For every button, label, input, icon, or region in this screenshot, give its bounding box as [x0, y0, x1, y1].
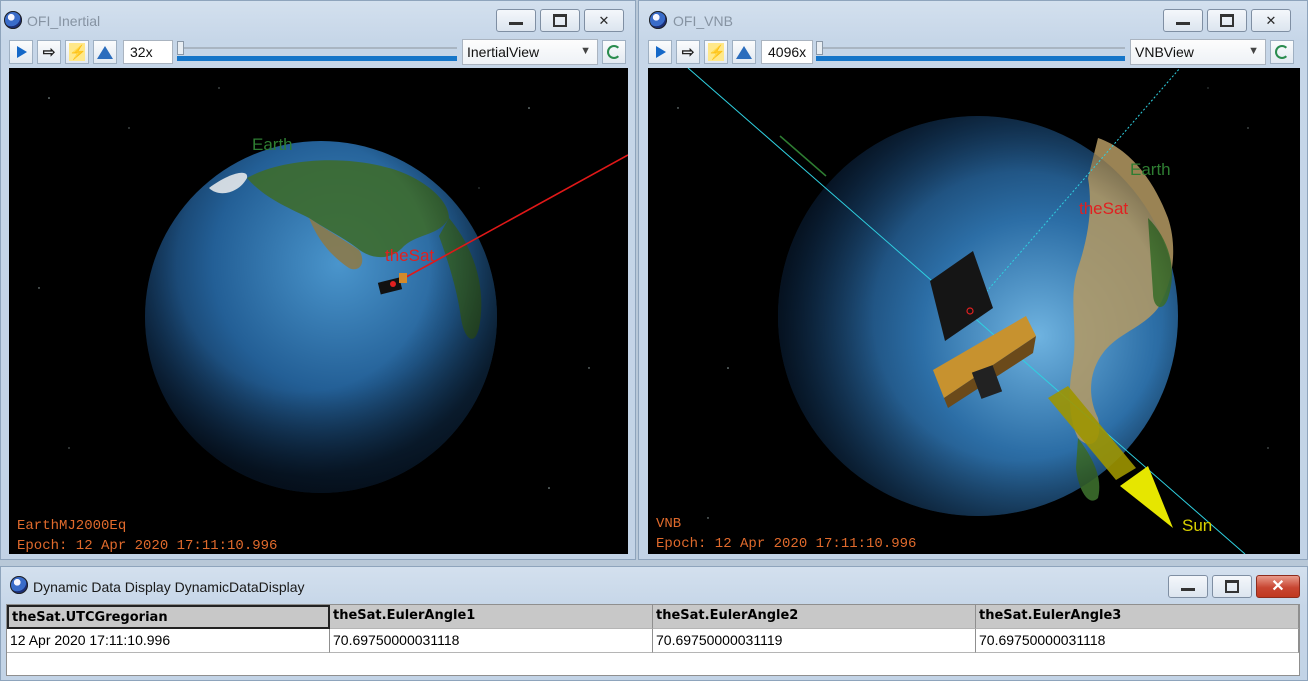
ddd-titlebar[interactable]: Dynamic Data Display DynamicDataDisplay … — [1, 567, 1307, 601]
sun-vector-arrowhead — [1120, 466, 1173, 528]
grid-empty-area — [7, 653, 1299, 675]
grid-header-row: theSat.UTCGregorian theSat.EulerAngle1 t… — [7, 605, 1299, 629]
earth-globe — [145, 141, 497, 493]
minimize-icon — [509, 21, 523, 25]
lighting-button[interactable]: ⚡ — [704, 40, 728, 64]
sat-label: theSat — [385, 246, 434, 265]
table-row: 12 Apr 2020 17:11:10.996 70.697500000311… — [7, 629, 1299, 653]
maximize-button[interactable] — [1207, 9, 1247, 32]
sync-icon — [607, 45, 621, 59]
sat-label: theSat — [1079, 199, 1128, 218]
inertial-scene: Earth theSat — [38, 87, 628, 493]
view-select-value: VNBView — [1135, 44, 1194, 60]
terrain-button[interactable] — [732, 40, 756, 64]
inertial-titlebar[interactable]: OFI_Inertial ✕ — [1, 1, 635, 35]
animation-slider[interactable] — [816, 41, 1125, 63]
vnb-toolbar: ⇨ ⚡ 4096x VNBView ▼ — [639, 38, 1307, 66]
maximize-icon — [553, 14, 567, 27]
slider-rail — [816, 47, 1125, 49]
maximize-button[interactable] — [1212, 575, 1252, 598]
mountain-icon — [736, 45, 752, 59]
grid-cell[interactable]: 70.69750000031118 — [976, 629, 1299, 653]
grid-cell[interactable]: 12 Apr 2020 17:11:10.996 — [7, 629, 330, 653]
grid-header-cell[interactable]: theSat.EulerAngle2 — [653, 605, 976, 629]
ddd-title: Dynamic Data Display DynamicDataDisplay — [33, 579, 305, 595]
terrain-button[interactable] — [93, 40, 117, 64]
slider-thumb[interactable] — [816, 41, 823, 55]
mountain-icon — [97, 45, 113, 59]
step-button[interactable]: ⇨ — [676, 40, 700, 64]
play-button[interactable] — [9, 40, 33, 64]
close-button[interactable]: ✕ — [1251, 9, 1291, 32]
sync-button[interactable] — [1270, 40, 1294, 64]
sun-label: Sun — [1182, 516, 1212, 535]
vnb-scene: Earth theSat Sun — [677, 68, 1269, 554]
frame-label: VNB — [656, 516, 682, 532]
vnb-titlebar[interactable]: OFI_VNB ✕ — [639, 1, 1307, 35]
app-globe-icon — [649, 11, 667, 29]
step-button[interactable]: ⇨ — [37, 40, 61, 64]
slider-fill — [177, 56, 457, 61]
animation-speed-field[interactable]: 32x — [123, 40, 173, 64]
view-select-value: InertialView — [467, 44, 540, 60]
play-icon — [17, 46, 27, 58]
maximize-icon — [1225, 580, 1239, 593]
step-icon: ⇨ — [681, 44, 695, 61]
grid-cell[interactable]: 70.69750000031119 — [653, 629, 976, 653]
sync-button[interactable] — [602, 40, 626, 64]
animation-slider[interactable] — [177, 41, 457, 63]
earth-label: Earth — [1130, 160, 1171, 179]
slider-fill — [816, 56, 1125, 61]
view-select[interactable]: VNBView ▼ — [1130, 39, 1266, 65]
maximize-icon — [1220, 14, 1234, 27]
lighting-button[interactable]: ⚡ — [65, 40, 89, 64]
lightning-icon: ⚡ — [708, 43, 726, 61]
minimize-icon — [1181, 587, 1195, 591]
app-globe-icon — [4, 11, 22, 29]
close-button[interactable]: ✕ — [584, 9, 624, 32]
epoch-label: Epoch: 12 Apr 2020 17:11:10.996 — [656, 536, 917, 552]
dynamic-data-display-window: Dynamic Data Display DynamicDataDisplay … — [0, 566, 1308, 681]
earth-label: Earth — [252, 135, 293, 154]
frame-label: EarthMJ2000Eq — [17, 518, 127, 534]
vnb-window: OFI_VNB ✕ ⇨ ⚡ 4096x VNBView ▼ Earth theS… — [638, 0, 1308, 560]
inertial-3d-view[interactable]: Earth theSat EarthMJ2000Eq Epoch: 12 Apr… — [9, 68, 628, 554]
view-select[interactable]: InertialView ▼ — [462, 39, 598, 65]
epoch-label: Epoch: 12 Apr 2020 17:11:10.996 — [17, 538, 278, 554]
play-icon — [656, 46, 666, 58]
close-icon: ✕ — [1271, 577, 1285, 595]
grid-header-cell[interactable]: theSat.EulerAngle3 — [976, 605, 1299, 629]
chevron-down-icon: ▼ — [1248, 45, 1259, 57]
play-button[interactable] — [648, 40, 672, 64]
inertial-window: OFI_Inertial ✕ ⇨ ⚡ 32x InertialView ▼ Ea… — [0, 0, 636, 560]
chevron-down-icon: ▼ — [580, 45, 591, 57]
close-icon: ✕ — [1265, 13, 1277, 28]
step-icon: ⇨ — [42, 44, 56, 61]
lightning-icon: ⚡ — [69, 43, 87, 61]
minimize-icon — [1176, 21, 1190, 25]
close-button[interactable]: ✕ — [1256, 575, 1300, 598]
maximize-button[interactable] — [540, 9, 580, 32]
vnb-3d-view[interactable]: Earth theSat Sun VNB Epoch: 12 Apr 2020 … — [648, 68, 1300, 554]
minimize-button[interactable] — [496, 9, 536, 32]
earth-direction-line — [779, 135, 827, 177]
slider-thumb[interactable] — [177, 41, 184, 55]
slider-rail — [177, 47, 457, 49]
close-icon: ✕ — [598, 13, 610, 28]
minimize-button[interactable] — [1163, 9, 1203, 32]
grid-header-cell[interactable]: theSat.UTCGregorian — [7, 605, 330, 629]
grid-header-cell[interactable]: theSat.EulerAngle1 — [330, 605, 653, 629]
sync-icon — [1275, 45, 1289, 59]
inertial-toolbar: ⇨ ⚡ 32x InertialView ▼ — [1, 38, 635, 66]
vnb-title: OFI_VNB — [673, 13, 733, 29]
data-grid: theSat.UTCGregorian theSat.EulerAngle1 t… — [6, 604, 1300, 676]
inertial-title: OFI_Inertial — [27, 13, 101, 29]
app-globe-icon — [10, 576, 28, 594]
minimize-button[interactable] — [1168, 575, 1208, 598]
grid-cell[interactable]: 70.69750000031118 — [330, 629, 653, 653]
animation-speed-field[interactable]: 4096x — [761, 40, 813, 64]
